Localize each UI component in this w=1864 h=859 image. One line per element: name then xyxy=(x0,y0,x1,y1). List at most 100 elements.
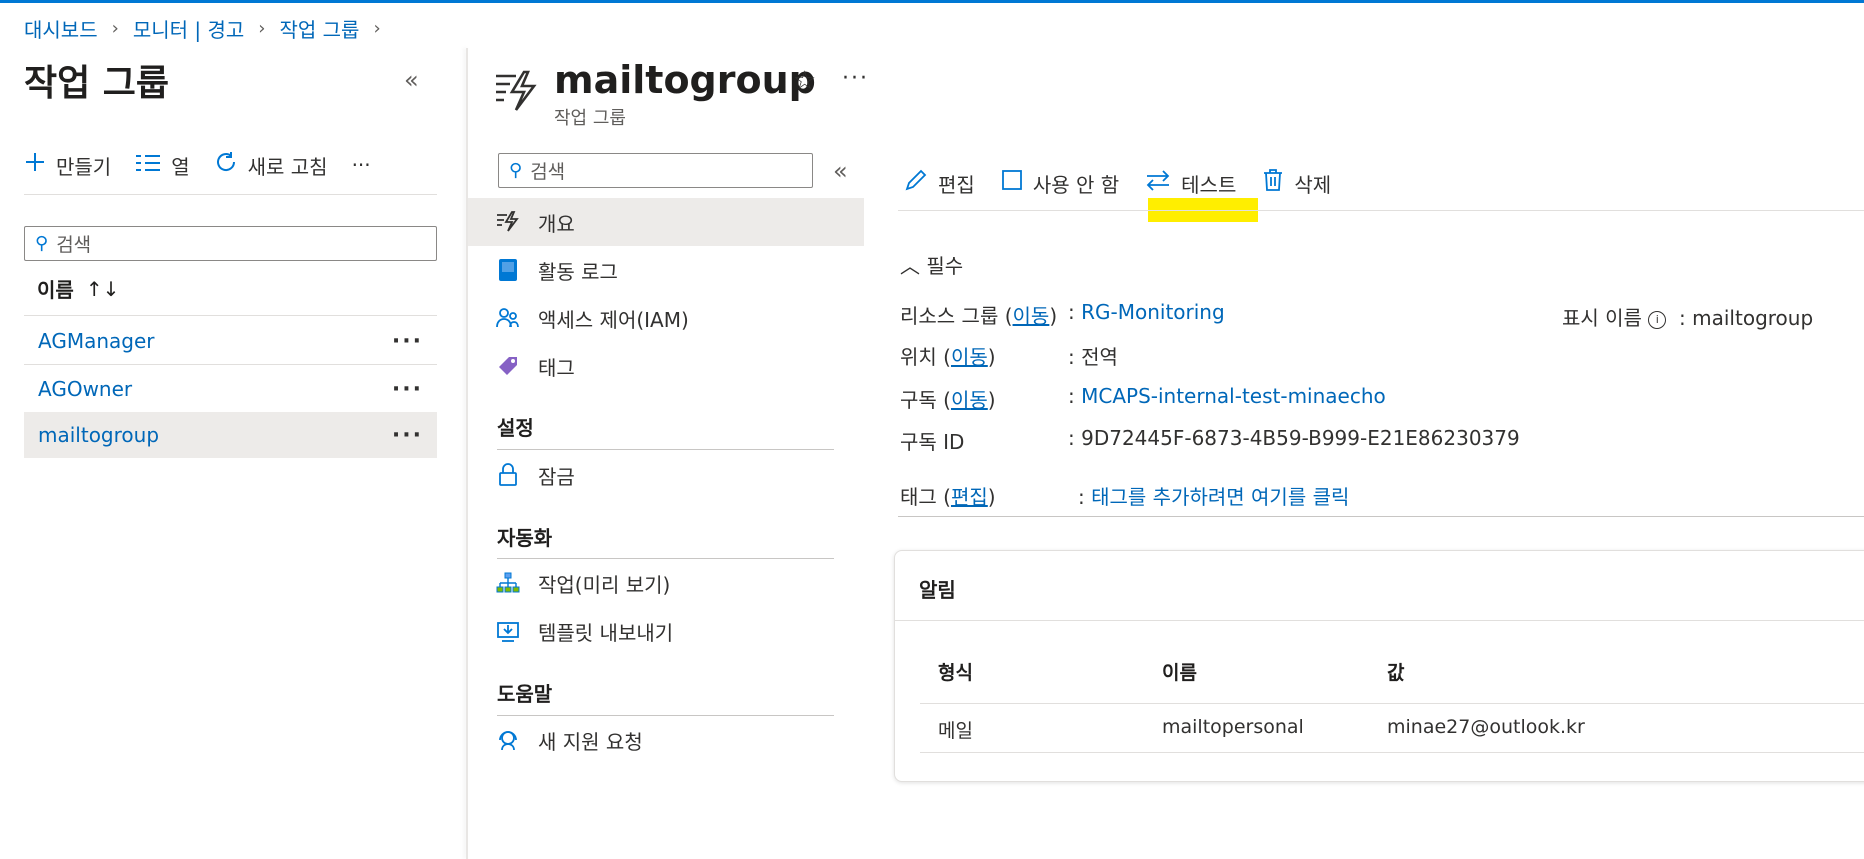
row-more-icon[interactable]: ··· xyxy=(392,329,423,354)
columns-icon xyxy=(135,151,161,179)
nav-item-overview[interactable]: 개요 xyxy=(468,198,864,246)
value-text: 전역 xyxy=(1081,345,1118,369)
label-text: 리소스 그룹 xyxy=(900,304,999,328)
nav-section-automation: 자동화 xyxy=(497,526,553,550)
collapse-menu-icon[interactable]: « xyxy=(833,157,848,185)
nav-section-help: 도움말 xyxy=(497,682,553,706)
tags-label: 태그 (편집) xyxy=(900,485,996,509)
resource-search-placeholder: 검색 xyxy=(530,161,566,183)
subscription-label: 구독 (이동) xyxy=(900,388,996,412)
test-label: 테스트 xyxy=(1181,172,1237,197)
column-header-type: 형식 xyxy=(938,662,973,684)
chevron-right-icon: › xyxy=(373,18,381,39)
swap-arrows-icon xyxy=(1145,169,1171,197)
more-commands-button[interactable]: ··· xyxy=(352,153,371,177)
nav-item-label: 작업(미리 보기) xyxy=(538,572,671,597)
breadcrumb: 대시보드 › 모니터 | 경고 › 작업 그룹 › xyxy=(24,14,389,43)
nav-item-tags[interactable]: 태그 xyxy=(468,342,864,390)
move-link[interactable]: 이동 xyxy=(1013,304,1050,328)
divider xyxy=(895,620,1864,621)
nav-item-tasks[interactable]: 작업(미리 보기) xyxy=(468,559,864,607)
nav-item-label: 활동 로그 xyxy=(538,259,618,284)
resource-menu-search-input[interactable]: ⚲ 검색 xyxy=(498,153,813,188)
refresh-icon xyxy=(214,150,238,180)
list-item-selected[interactable]: mailtogroup ··· xyxy=(24,412,437,458)
iam-icon xyxy=(496,306,520,330)
subscription-id-value: : 9D72445F-6873-4B59-B999-E21E86230379 xyxy=(1068,426,1520,450)
list-item-name[interactable]: AGManager xyxy=(38,329,155,353)
breadcrumb-action-groups[interactable]: 작업 그룹 xyxy=(279,14,359,43)
nav-item-locks[interactable]: 잠금 xyxy=(468,451,864,499)
move-link[interactable]: 이동 xyxy=(951,388,988,412)
essentials-toggle[interactable]: ︿ 필수 xyxy=(900,250,963,279)
overview-icon xyxy=(496,210,520,234)
resource-group-link[interactable]: RG-Monitoring xyxy=(1081,300,1225,324)
delete-button[interactable]: 삭제 xyxy=(1262,168,1331,198)
resource-group-value: : RG-Monitoring xyxy=(1068,300,1225,324)
display-name-value: mailtogroup xyxy=(1692,306,1814,330)
left-command-bar: 만들기 열 새로 고침 ··· xyxy=(24,150,395,180)
nav-item-export-template[interactable]: 템플릿 내보내기 xyxy=(468,607,864,655)
tasks-icon xyxy=(496,571,520,595)
left-search-input[interactable]: ⚲ 검색 xyxy=(24,226,437,261)
value-text: 9D72445F-6873-4B59-B999-E21E86230379 xyxy=(1081,426,1520,450)
test-button[interactable]: 테스트 xyxy=(1145,169,1236,198)
edit-tags-link[interactable]: 편집 xyxy=(951,485,988,509)
left-search-placeholder: 검색 xyxy=(56,234,92,256)
refresh-button[interactable]: 새로 고침 xyxy=(214,150,328,180)
create-button[interactable]: 만들기 xyxy=(24,151,111,180)
disable-button[interactable]: 사용 안 함 xyxy=(1001,169,1119,198)
label-text: 구독 xyxy=(900,388,937,412)
checkbox-icon xyxy=(1001,169,1023,197)
disable-label: 사용 안 함 xyxy=(1032,172,1120,197)
table-cell-value: minae27@outlook.kr xyxy=(1387,716,1585,738)
divider xyxy=(497,449,834,450)
support-icon xyxy=(496,728,520,752)
move-link[interactable]: 이동 xyxy=(951,345,988,369)
collapse-left-icon[interactable]: « xyxy=(404,66,419,94)
list-item-name[interactable]: AGOwner xyxy=(38,377,132,401)
create-label: 만들기 xyxy=(56,154,112,179)
divider xyxy=(920,703,1864,704)
lock-icon xyxy=(496,463,520,487)
activity-log-icon xyxy=(496,258,520,282)
more-icon[interactable]: ··· xyxy=(842,66,869,91)
label-text: 태그 xyxy=(900,485,937,509)
edit-button[interactable]: 편집 xyxy=(904,168,975,198)
essentials-label: 필수 xyxy=(926,254,964,278)
nav-item-activity-log[interactable]: 활동 로그 xyxy=(468,246,864,294)
list-item-name[interactable]: mailtogroup xyxy=(38,423,159,447)
search-icon: ⚲ xyxy=(509,160,523,181)
notifications-card xyxy=(894,550,1864,782)
subscription-id-label: 구독 ID xyxy=(900,430,965,454)
divider xyxy=(24,315,437,316)
divider xyxy=(920,752,1864,753)
resource-toolbar: 편집 사용 안 함 테스트 삭제 xyxy=(904,168,1357,198)
name-column-header[interactable]: 이름 ↑↓ xyxy=(37,274,119,303)
subscription-value: : MCAPS-internal-test-minaecho xyxy=(1068,384,1386,408)
row-more-icon[interactable]: ··· xyxy=(392,423,423,448)
delete-label: 삭제 xyxy=(1294,172,1332,197)
display-name-label: 표시 이름 i : mailtogroup xyxy=(1562,306,1814,330)
subscription-link[interactable]: MCAPS-internal-test-minaecho xyxy=(1081,384,1386,408)
nav-section-settings: 설정 xyxy=(497,416,534,440)
top-accent-bar xyxy=(0,0,1864,3)
plus-icon xyxy=(24,151,46,179)
nav-item-new-support-request[interactable]: 새 지원 요청 xyxy=(468,716,864,764)
breadcrumb-dashboard[interactable]: 대시보드 xyxy=(24,14,98,43)
columns-button[interactable]: 열 xyxy=(135,151,190,180)
list-item[interactable]: AGManager ··· xyxy=(24,318,437,364)
sort-icon[interactable]: ↑↓ xyxy=(86,277,120,301)
divider xyxy=(24,194,437,195)
info-icon[interactable]: i xyxy=(1648,310,1667,329)
notifications-title: 알림 xyxy=(919,578,956,602)
breadcrumb-monitor-alerts[interactable]: 모니터 | 경고 xyxy=(133,14,244,43)
row-more-icon[interactable]: ··· xyxy=(392,377,423,402)
list-item[interactable]: AGOwner ··· xyxy=(24,366,437,412)
add-tags-link[interactable]: 태그를 추가하려면 여기를 클릭 xyxy=(1091,485,1349,509)
favorite-star-icon[interactable]: ☆ xyxy=(793,66,816,96)
column-header-value: 값 xyxy=(1387,662,1405,684)
divider xyxy=(898,210,1864,211)
nav-item-iam[interactable]: 액세스 제어(IAM) xyxy=(468,294,864,342)
chevron-up-icon: ︿ xyxy=(900,254,920,278)
